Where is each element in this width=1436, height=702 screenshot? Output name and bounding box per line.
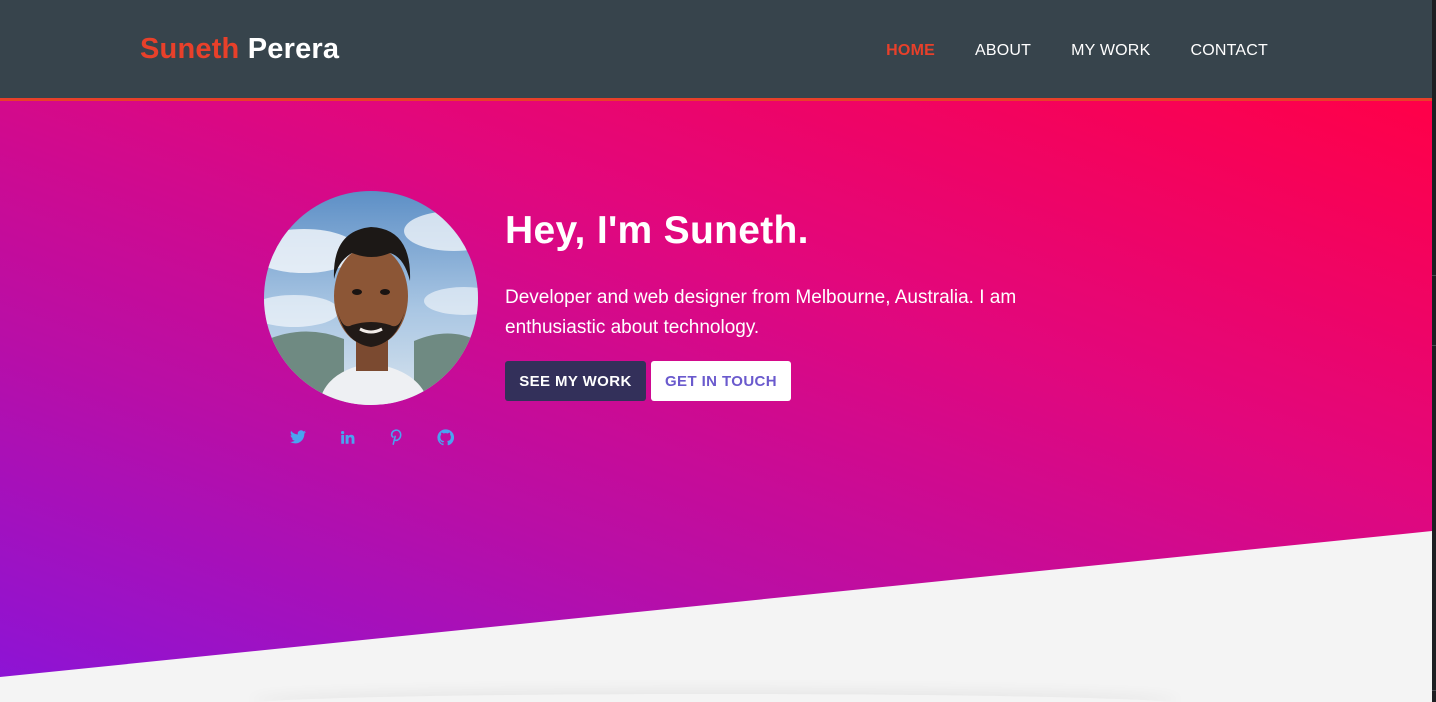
brand-logo[interactable]: Suneth Perera xyxy=(140,33,339,66)
social-links xyxy=(289,428,454,446)
nav-about[interactable]: ABOUT xyxy=(975,42,1031,59)
github-icon[interactable] xyxy=(436,428,454,446)
hero-description: Developer and web designer from Melbourn… xyxy=(505,287,1017,338)
hero-title: Hey, I'm Suneth. xyxy=(505,209,809,252)
hero-section xyxy=(0,101,1432,677)
pinterest-icon[interactable] xyxy=(387,428,405,446)
main-nav: HOME ABOUT MY WORK CONTACT xyxy=(886,42,1268,60)
brand-last-name: Perera xyxy=(247,33,340,65)
site-header: Suneth Perera HOME ABOUT MY WORK CONTACT xyxy=(0,0,1432,101)
content-card-shadow xyxy=(250,694,1180,702)
twitter-icon[interactable] xyxy=(289,428,307,446)
nav-home[interactable]: HOME xyxy=(886,42,935,59)
see-my-work-button[interactable]: SEE MY WORK xyxy=(505,361,646,401)
get-in-touch-button[interactable]: GET IN TOUCH xyxy=(651,361,791,401)
brand-first-name: Suneth xyxy=(140,33,240,65)
nav-my-work[interactable]: MY WORK xyxy=(1071,42,1150,59)
nav-contact[interactable]: CONTACT xyxy=(1190,42,1268,59)
linkedin-icon[interactable] xyxy=(338,428,356,446)
profile-photo xyxy=(264,191,478,405)
window-edge xyxy=(1432,0,1436,702)
